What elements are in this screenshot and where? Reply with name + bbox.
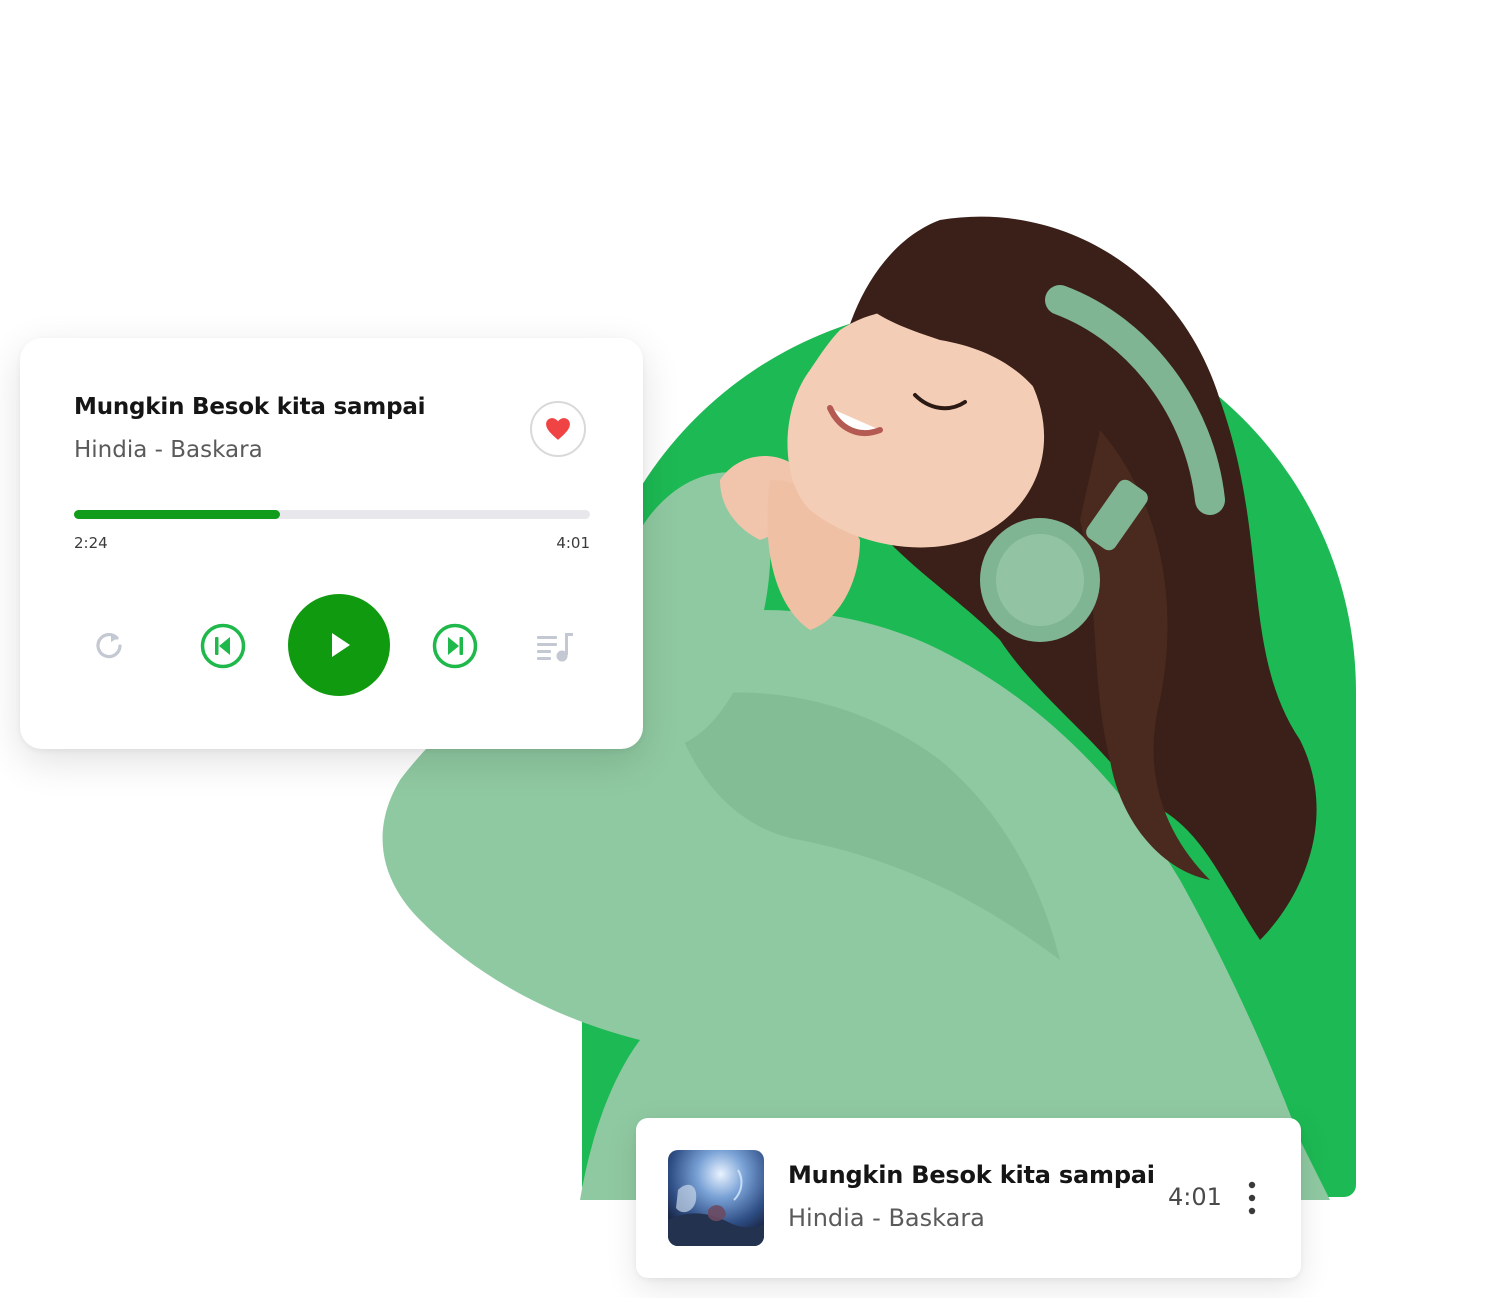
elapsed-time: 2:24 xyxy=(74,534,108,552)
repeat-icon xyxy=(96,632,122,659)
repeat-button[interactable] xyxy=(86,622,132,668)
queue-button[interactable] xyxy=(532,624,578,670)
song-artist: Hindia - Baskara xyxy=(74,437,263,463)
previous-button[interactable] xyxy=(198,621,248,671)
song-title: Mungkin Besok kita sampai xyxy=(74,394,426,420)
progress-bar[interactable] xyxy=(74,510,590,519)
like-button[interactable] xyxy=(530,401,586,457)
track-artist: Hindia - Baskara xyxy=(788,1204,985,1232)
track-title: Mungkin Besok kita sampai xyxy=(788,1161,1155,1189)
skip-next-icon xyxy=(432,623,478,669)
more-options-button[interactable] xyxy=(1240,1178,1264,1218)
more-vertical-icon xyxy=(1248,1181,1256,1215)
track-duration: 4:01 xyxy=(1168,1183,1222,1211)
total-time: 4:01 xyxy=(556,534,590,552)
skip-previous-icon xyxy=(200,623,246,669)
player-card: Mungkin Besok kita sampai Hindia - Baska… xyxy=(20,338,643,749)
album-art xyxy=(668,1150,764,1246)
heart-icon xyxy=(546,418,570,440)
next-button[interactable] xyxy=(430,621,480,671)
track-row-card[interactable]: Mungkin Besok kita sampai Hindia - Baska… xyxy=(636,1118,1301,1278)
progress-fill xyxy=(74,510,281,519)
play-button[interactable] xyxy=(288,594,390,696)
queue-music-icon xyxy=(537,633,573,662)
play-icon xyxy=(332,633,350,657)
